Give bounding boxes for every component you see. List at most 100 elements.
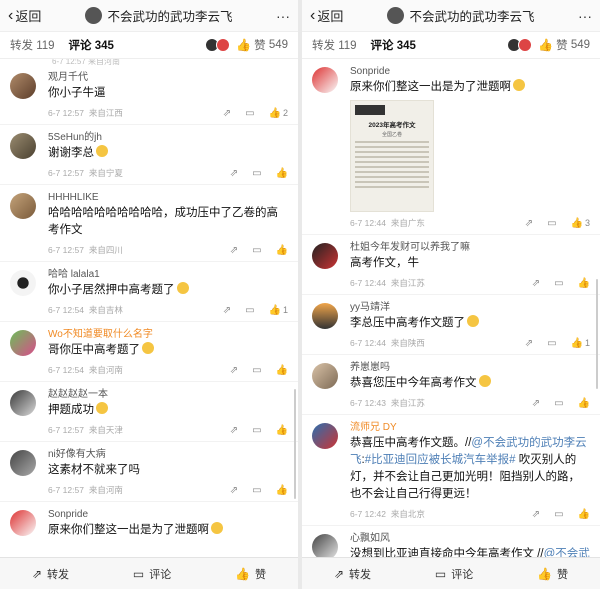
avatar[interactable] [10, 133, 36, 159]
avatar[interactable] [312, 67, 338, 93]
avatar[interactable] [10, 193, 36, 219]
reply-icon[interactable]: ▭ [547, 218, 556, 229]
tab-bar: 转发 119 评论 345 👍 赞 549 [302, 32, 600, 59]
share-icon[interactable]: ⇗ [525, 338, 533, 349]
tab-bar: 转发 119 评论 345 👍 赞 549 [0, 32, 298, 59]
avatar[interactable] [312, 303, 338, 329]
share-icon[interactable]: ⇗ [230, 365, 238, 376]
reply-icon[interactable]: ▭ [252, 365, 261, 376]
reply-icon[interactable]: ▭ [554, 509, 563, 520]
share-icon[interactable]: ⇗ [223, 305, 231, 316]
tab-comment[interactable]: 评论 345 [371, 37, 416, 53]
like-icon[interactable]: 👍 [276, 168, 288, 179]
reply-icon[interactable]: ▭ [252, 168, 261, 179]
comment-button[interactable]: ▭ 评论 [435, 566, 473, 582]
comment-item: 观月千代 你小子牛逼 6-7 12:57 来自江西 ⇗ ▭ 👍 2 [0, 65, 298, 125]
share-icon[interactable]: ⇗ [223, 108, 231, 119]
comment-username[interactable]: 养崽崽吗 [350, 361, 590, 375]
like-button[interactable]: 👍 赞 [235, 566, 266, 582]
tab-comment[interactable]: 评论 345 [69, 37, 114, 53]
comment-username[interactable]: 流师兄 DY [350, 421, 590, 435]
mention-link[interactable]: @不会武功 [544, 548, 590, 557]
share-icon[interactable]: ⇗ [525, 218, 533, 229]
more-menu-icon[interactable]: ··· [552, 8, 592, 24]
share-icon[interactable]: ⇗ [230, 425, 238, 436]
reply-icon[interactable]: ▭ [252, 245, 261, 256]
comment-username[interactable]: yy马靖洋 [350, 301, 590, 315]
comment-username[interactable]: Sonpride [48, 508, 288, 522]
like-icon[interactable]: 👍 [571, 218, 583, 229]
reply-icon[interactable]: ▭ [547, 338, 556, 349]
tab-repost[interactable]: 转发 119 [10, 37, 55, 53]
comment-list[interactable]: 6-7 12:57 来自河南 观月千代 你小子牛逼 6-7 12:57 来自江西… [0, 59, 298, 557]
comment-icon: ▭ [132, 566, 145, 581]
like-icon[interactable]: 👍 [571, 338, 583, 349]
avatar[interactable] [312, 534, 338, 557]
comment-item: 心飘如风 没想到比亚迪直接命中今年高考作文 //@不会武功 [302, 526, 600, 557]
comment-username[interactable]: 赵赵赵赵一本 [48, 388, 288, 402]
like-icon[interactable]: 👍 [276, 245, 288, 256]
comment-username[interactable]: Wo不知道要取什么名字 [48, 328, 288, 342]
comment-username[interactable]: 观月千代 [48, 71, 288, 85]
avatar[interactable] [10, 73, 36, 99]
scrollbar[interactable] [294, 389, 296, 499]
avatar[interactable] [10, 330, 36, 356]
reply-icon[interactable]: ▭ [252, 425, 261, 436]
tab-like[interactable]: 👍 赞 549 [236, 37, 288, 53]
share-icon[interactable]: ⇗ [230, 485, 238, 496]
emoji-icon [176, 282, 189, 294]
share-icon[interactable]: ⇗ [230, 168, 238, 179]
avatar[interactable] [10, 390, 36, 416]
share-icon[interactable]: ⇗ [532, 278, 540, 289]
avatar[interactable] [10, 270, 36, 296]
author-avatar [85, 7, 103, 24]
avatar[interactable] [312, 243, 338, 269]
comment-username[interactable]: HHHHLIKE [48, 191, 288, 205]
repost-button[interactable]: ⇗ 转发 [32, 566, 69, 582]
comment-username[interactable]: 心飘如风 [350, 532, 590, 546]
scrollbar[interactable] [596, 279, 598, 389]
comment-button[interactable]: ▭ 评论 [133, 566, 171, 582]
share-icon[interactable]: ⇗ [532, 509, 540, 520]
like-icon[interactable]: 👍 [578, 398, 590, 409]
like-icon[interactable]: 👍 [276, 365, 288, 376]
comment-item: Wo不知道要取什么名字 哥你压中高考题了 6-7 12:54 来自河南 ⇗ ▭ 👍 [0, 322, 298, 382]
reply-icon[interactable]: ▭ [252, 485, 261, 496]
more-menu-icon[interactable]: ··· [250, 8, 290, 24]
like-icon[interactable]: 👍 [269, 305, 281, 316]
bottom-action-bar: ⇗ 转发 ▭ 评论 👍 赞 [0, 557, 298, 589]
like-icon[interactable]: 👍 [578, 278, 590, 289]
reply-icon[interactable]: ▭ [554, 398, 563, 409]
back-button[interactable]: ‹ 返回 [8, 6, 68, 25]
like-icon[interactable]: 👍 [269, 108, 281, 119]
back-button[interactable]: ‹ 返回 [310, 6, 370, 25]
avatar[interactable] [312, 363, 338, 389]
comment-username[interactable]: 哈哈 lalala1 [48, 268, 288, 282]
like-icon[interactable]: 👍 [276, 425, 288, 436]
like-button[interactable]: 👍 赞 [537, 566, 568, 582]
tab-like[interactable]: 👍 赞 549 [538, 37, 590, 53]
like-icon[interactable]: 👍 [578, 509, 590, 520]
reply-icon[interactable]: ▭ [554, 278, 563, 289]
comment-username[interactable]: 杜姐今年发财可以养我了嘛 [350, 241, 590, 255]
share-icon[interactable]: ⇗ [532, 398, 540, 409]
comment-item: 杜姐今年发财可以养我了嘛 高考作文，牛 6-7 12:44 来自江苏 ⇗ ▭ 👍 [302, 235, 600, 295]
like-icon[interactable]: 👍 [276, 485, 288, 496]
share-icon[interactable]: ⇗ [230, 245, 238, 256]
avatar[interactable] [10, 510, 36, 536]
comment-username[interactable]: Sonpride [350, 65, 590, 79]
emoji-icon [96, 402, 108, 414]
reply-icon[interactable]: ▭ [245, 305, 254, 316]
attached-image[interactable]: 2023年高考作文 全国乙卷 [350, 100, 434, 212]
avatar[interactable] [312, 423, 338, 449]
emoji-icon [478, 375, 491, 387]
comment-list[interactable]: Sonpride 原来你们整这一出是为了泄题啊 2023年高考作文 全国乙卷 6… [302, 59, 600, 557]
reply-icon[interactable]: ▭ [245, 108, 254, 119]
repost-button[interactable]: ⇗ 转发 [334, 566, 371, 582]
comment-username[interactable]: ni好像有大病 [48, 448, 288, 462]
avatar[interactable] [10, 450, 36, 476]
tab-repost[interactable]: 转发 119 [312, 37, 357, 53]
topic-link[interactable]: #比亚迪回应被长城汽车举报# [365, 454, 516, 466]
comment-item: Sonpride 原来你们整这一出是为了泄题啊 2023年高考作文 全国乙卷 6… [302, 59, 600, 235]
comment-username[interactable]: 5SeHun的jh [48, 131, 288, 145]
